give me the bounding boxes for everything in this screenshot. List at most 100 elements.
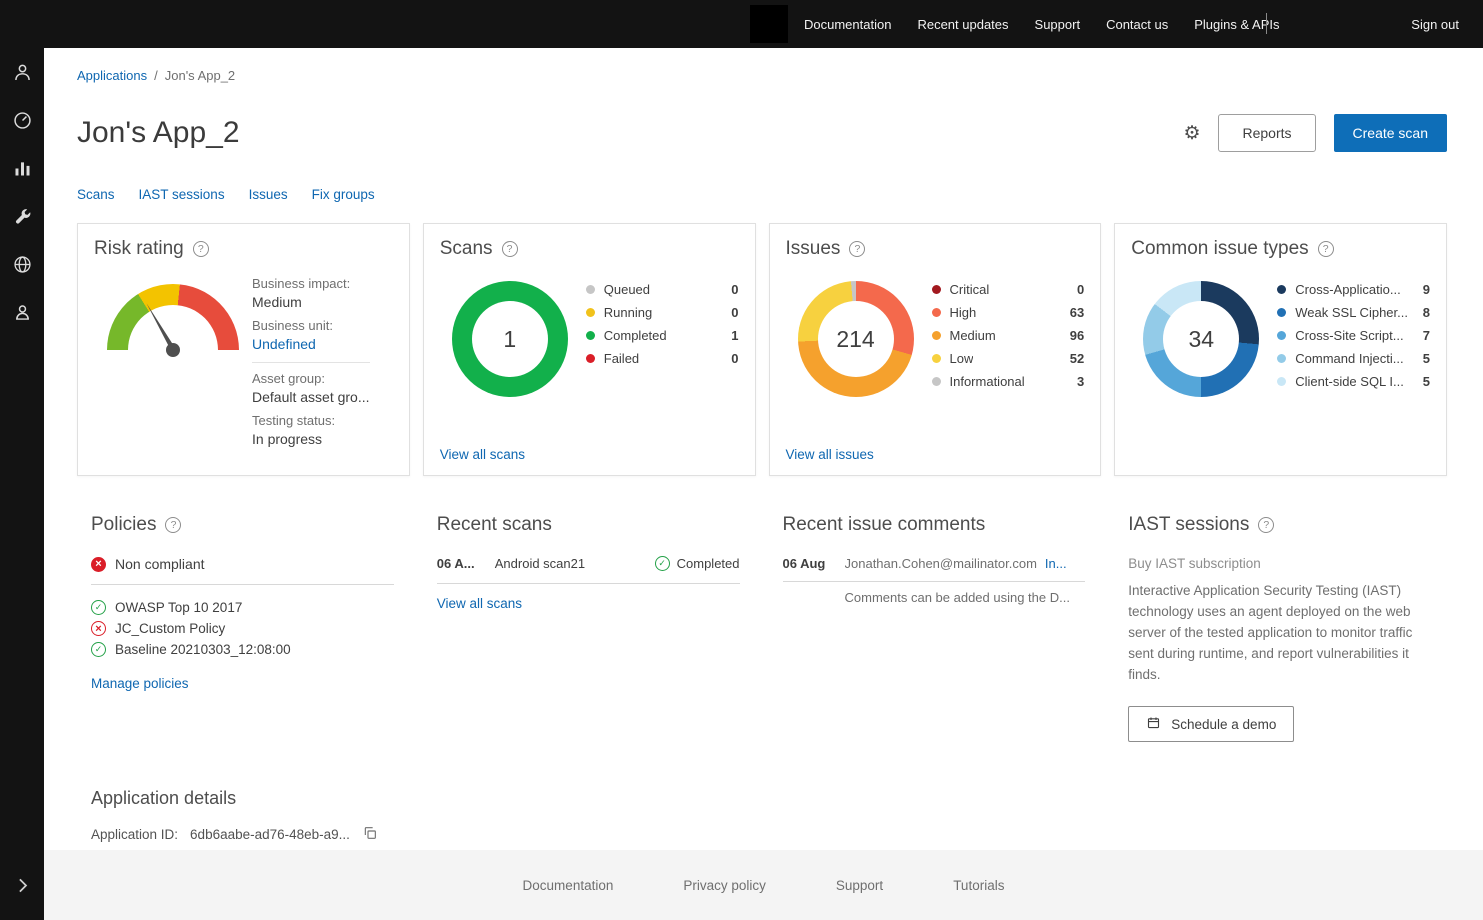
business-unit-label: Business unit: [252,318,393,333]
nav-contact-us[interactable]: Contact us [1106,17,1168,32]
create-scan-button[interactable]: Create scan [1334,114,1447,152]
sign-out-link[interactable]: Sign out [1411,17,1459,32]
application-id-value: 6db6aabe-ad76-48eb-a9... [190,827,350,842]
testing-status-value: In progress [252,431,393,447]
asset-group-label: Asset group: [252,371,393,386]
recent-comments-section: Recent issue comments 06 Aug Jonathan.Co… [769,514,1102,742]
legend-item: Failed 0 [586,347,739,370]
business-unit-value[interactable]: Undefined [252,336,393,352]
legend-item: Informational 3 [932,370,1085,393]
nav-support[interactable]: Support [1035,17,1081,32]
legend-item: Weak SSL Cipher... 8 [1277,301,1430,324]
sidebar-item-scans[interactable] [0,99,44,147]
tab-fix-groups[interactable]: Fix groups [312,187,375,202]
settings-gear-icon[interactable]: ⚙ [1183,124,1200,143]
comment-issue-link[interactable]: In... [1045,556,1067,571]
sidebar-item-account[interactable] [0,291,44,339]
legend-label: Cross-Site Script... [1295,328,1403,343]
legend-dot [1277,308,1286,317]
scans-legend: Queued 0 Running 0 Completed [586,278,739,397]
sidebar-item-tools[interactable] [0,195,44,243]
policy-status-icon [91,600,106,615]
view-all-scans-link[interactable]: View all scans [440,447,525,462]
footer-documentation-link[interactable]: Documentation [523,878,614,893]
legend-label: Low [950,351,974,366]
legend-item: Cross-Site Script... 7 [1277,324,1430,347]
legend-label: Critical [950,282,990,297]
legend-value: 63 [1062,305,1084,320]
bar-chart-icon [12,158,33,184]
help-icon[interactable] [1318,241,1334,257]
legend-dot [932,377,941,386]
footer-privacy-policy-link[interactable]: Privacy policy [683,878,766,893]
policy-name: Baseline 20210303_12:08:00 [115,642,291,657]
legend-value: 1 [723,328,738,343]
comment-text: Comments can be added using the D... [845,590,1086,605]
view-all-scans-link-2[interactable]: View all scans [437,596,522,611]
sidebar-expand-button[interactable] [0,864,44,912]
breadcrumb-applications-link[interactable]: Applications [77,68,147,83]
legend-dot [932,285,941,294]
help-icon[interactable] [193,241,209,257]
app-tabs: Scans IAST sessions Issues Fix groups [77,187,1447,202]
legend-value: 0 [723,351,738,366]
compliance-status: Non compliant [115,556,205,572]
copy-id-button[interactable] [362,825,378,844]
user-icon [12,62,33,88]
legend-item: Completed 1 [586,324,739,347]
scan-completed-icon [655,556,670,571]
iast-sessions-section: IAST sessions Buy IAST subscription Inte… [1114,514,1447,742]
scans-total: 1 [452,281,568,397]
recent-scan-row[interactable]: 06 A... Android scan21 Completed [437,556,740,584]
issues-total: 214 [798,281,914,397]
application-id-label: Application ID: [91,827,178,842]
tab-scans[interactable]: Scans [77,187,115,202]
issue-types-total: 34 [1143,281,1259,397]
calendar-icon [1146,715,1161,733]
sidebar-item-reports[interactable] [0,147,44,195]
footer-tutorials-link[interactable]: Tutorials [953,878,1004,893]
scan-date: 06 A... [437,556,495,571]
brand-logo[interactable] [750,5,788,43]
help-icon[interactable] [165,517,181,533]
asset-group-value: Default asset gro... [252,389,393,405]
help-icon[interactable] [502,241,518,257]
sidebar-item-network[interactable] [0,243,44,291]
policy-item: OWASP Top 10 2017 [91,597,394,618]
reports-button[interactable]: Reports [1218,114,1315,152]
comment-date: 06 Aug [783,556,845,571]
legend-value: 3 [1069,374,1084,389]
policy-item: JC_Custom Policy [91,618,394,639]
manage-policies-link[interactable]: Manage policies [91,676,189,691]
legend-dot [586,354,595,363]
sidebar-item-profile[interactable] [0,51,44,99]
legend-value: 7 [1415,328,1430,343]
main-content: Applications / Jon's App_2 Jon's App_2 ⚙… [44,48,1483,850]
footer-support-link[interactable]: Support [836,878,883,893]
copy-icon [362,825,378,844]
scans-title: Scans [440,238,493,260]
tab-iast-sessions[interactable]: IAST sessions [139,187,225,202]
nav-recent-updates[interactable]: Recent updates [917,17,1008,32]
help-icon[interactable] [1258,517,1274,533]
common-issue-types-title: Common issue types [1131,238,1308,260]
buy-iast-subscription-link[interactable]: Buy IAST subscription [1128,556,1431,571]
breadcrumb-current: Jon's App_2 [165,68,235,83]
nav-documentation[interactable]: Documentation [804,17,891,32]
help-icon[interactable] [849,241,865,257]
issues-title: Issues [786,238,841,260]
policy-item: Baseline 20210303_12:08:00 [91,639,394,660]
schedule-demo-button[interactable]: Schedule a demo [1128,706,1294,742]
policy-name: JC_Custom Policy [115,621,225,636]
issues-card: Issues 214 Critical 0 [769,223,1102,476]
testing-status-label: Testing status: [252,413,393,428]
scan-status: Completed [677,556,740,571]
view-all-issues-link[interactable]: View all issues [786,447,874,462]
risk-gauge: Medium [94,274,252,447]
schedule-demo-label: Schedule a demo [1171,717,1276,732]
page-title: Jon's App_2 [77,116,240,150]
policy-status-icon [91,621,106,636]
gauge-icon [12,110,33,136]
legend-dot [586,308,595,317]
tab-issues[interactable]: Issues [249,187,288,202]
